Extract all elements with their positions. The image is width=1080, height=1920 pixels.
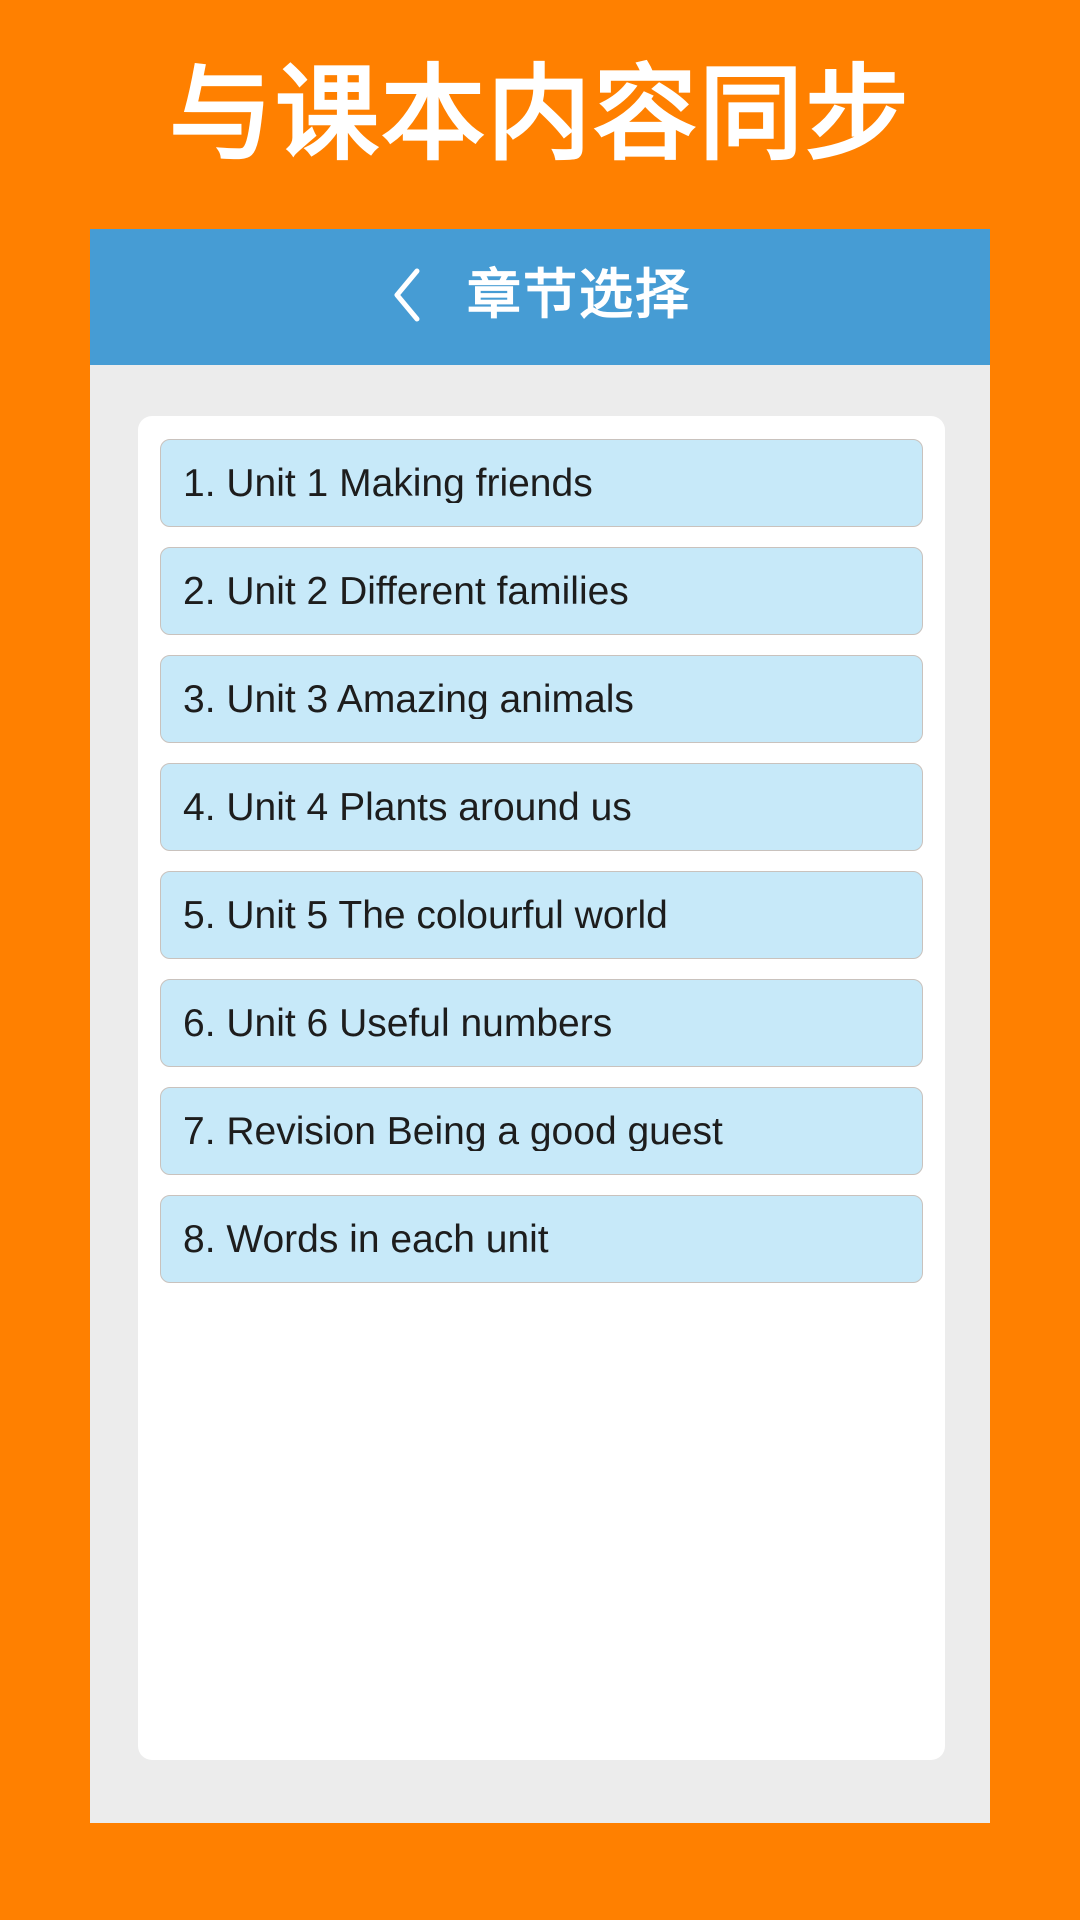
app-bar-content: 章节选择: [389, 267, 691, 323]
chapter-item-label: 4. Unit 4 Plants around us: [183, 787, 632, 827]
app-bar-title: 章节选择: [467, 265, 691, 325]
chevron-left-icon[interactable]: [389, 267, 425, 323]
chapter-list-item[interactable]: 3. Unit 3 Amazing animals: [160, 655, 923, 743]
chapter-item-label: 3. Unit 3 Amazing animals: [183, 679, 634, 719]
chapter-list-item[interactable]: 5. Unit 5 The colourful world: [160, 871, 923, 959]
chapter-item-label: 5. Unit 5 The colourful world: [183, 895, 668, 935]
chapter-list-item[interactable]: 1. Unit 1 Making friends: [160, 439, 923, 527]
chapter-card: 1. Unit 1 Making friends 2. Unit 2 Diffe…: [138, 416, 945, 1760]
chapter-item-label: 8. Words in each unit: [183, 1219, 549, 1259]
chapter-item-label: 7. Revision Being a good guest: [183, 1111, 723, 1151]
chapter-list: 1. Unit 1 Making friends 2. Unit 2 Diffe…: [160, 439, 923, 1283]
chapter-list-item[interactable]: 7. Revision Being a good guest: [160, 1087, 923, 1175]
app-frame: 章节选择 1. Unit 1 Making friends 2. Unit 2 …: [90, 229, 990, 1823]
chapter-item-label: 6. Unit 6 Useful numbers: [183, 1003, 613, 1043]
promo-headline: 与课本内容同步: [168, 56, 911, 173]
chapter-item-label: 1. Unit 1 Making friends: [183, 463, 593, 503]
app-bar: 章节选择: [90, 229, 990, 365]
chapter-list-item[interactable]: 4. Unit 4 Plants around us: [160, 763, 923, 851]
content-area: 1. Unit 1 Making friends 2. Unit 2 Diffe…: [90, 365, 990, 1823]
chapter-item-label: 2. Unit 2 Different families: [183, 571, 629, 611]
chapter-list-item[interactable]: 8. Words in each unit: [160, 1195, 923, 1283]
chapter-list-item[interactable]: 6. Unit 6 Useful numbers: [160, 979, 923, 1067]
chapter-list-item[interactable]: 2. Unit 2 Different families: [160, 547, 923, 635]
